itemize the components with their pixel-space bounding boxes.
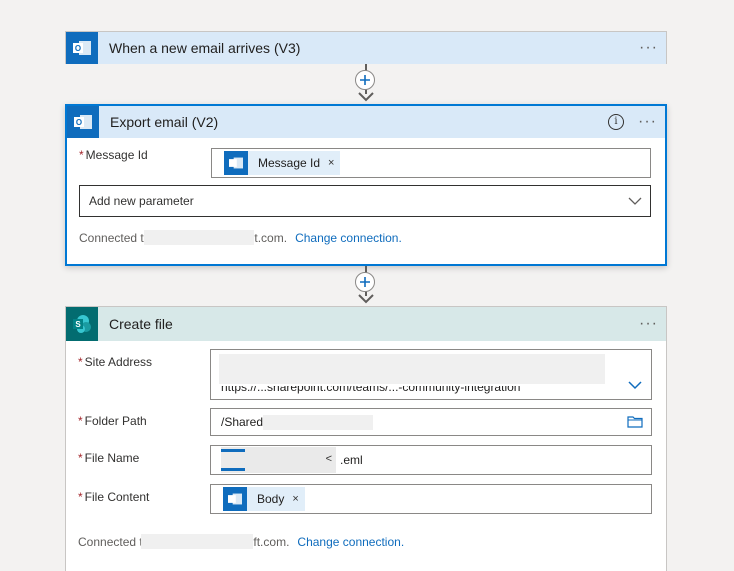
dynamic-token-file-name[interactable]: <	[221, 447, 336, 473]
add-new-parameter-label: Add new parameter	[89, 194, 194, 208]
file-name-suffix: .eml	[340, 453, 363, 467]
remove-token-icon[interactable]: ×	[328, 157, 334, 169]
create-file-header[interactable]: S Create file ···	[66, 307, 666, 341]
message-id-label: * Message Id	[79, 148, 148, 162]
folder-icon[interactable]	[627, 415, 643, 428]
insert-step-button[interactable]	[355, 272, 375, 292]
info-icon[interactable]: i	[608, 114, 625, 130]
file-content-label: * File Content	[78, 490, 150, 504]
message-id-field: * Message Id Message Id ×	[79, 148, 651, 178]
dynamic-token-body[interactable]: Body ×	[223, 487, 305, 511]
folder-path-field: * Folder Path /Shared	[78, 408, 652, 436]
insert-step-button[interactable]	[355, 70, 375, 90]
change-connection-link[interactable]: Change connection.	[297, 535, 404, 549]
remove-token-icon[interactable]: <	[326, 453, 332, 465]
outlook-icon	[224, 151, 248, 175]
connected-suffix: ft.com.	[253, 534, 290, 549]
trigger-card-header[interactable]: O When a new email arrives (V3) ···	[66, 32, 666, 64]
more-options-icon[interactable]: ···	[638, 114, 657, 130]
site-address-input[interactable]: https://...sharepoint.com/teams/...-comm…	[210, 349, 652, 400]
outlook-icon: O	[67, 106, 99, 138]
connection-info: Connected to t.com. Change connection.	[79, 230, 402, 245]
chevron-down-icon	[628, 197, 642, 205]
export-email-header[interactable]: O Export email (V2) i ···	[67, 106, 665, 138]
redacted-account	[141, 534, 254, 549]
file-name-input[interactable]: < .eml	[210, 445, 652, 475]
message-id-input[interactable]: Message Id ×	[211, 148, 651, 178]
add-new-parameter-dropdown[interactable]: Add new parameter	[79, 185, 651, 217]
trigger-card[interactable]: O When a new email arrives (V3) ···	[65, 31, 667, 64]
token-icon-stripe	[221, 468, 245, 471]
token-label: Body	[257, 492, 285, 506]
svg-text:O: O	[75, 44, 81, 53]
outlook-icon	[223, 487, 247, 511]
connection-info: Connected to ft.com. Change connection.	[78, 534, 404, 549]
export-email-card[interactable]: O Export email (V2) i ··· * Message Id Me…	[65, 104, 667, 266]
trigger-title: When a new email arrives (V3)	[109, 40, 301, 56]
redacted-site-address	[219, 354, 605, 384]
plus-icon	[360, 75, 370, 85]
create-file-card[interactable]: S Create file ··· * Site Address https://…	[65, 306, 667, 571]
token-label: Message Id	[258, 156, 321, 170]
redacted-folder-path	[263, 414, 374, 430]
more-options-icon[interactable]: ···	[639, 40, 658, 56]
file-name-label: * File Name	[78, 451, 140, 465]
plus-icon	[360, 277, 370, 287]
file-content-field: * File Content Body ×	[78, 484, 652, 514]
remove-token-icon[interactable]: ×	[292, 493, 298, 505]
connected-prefix: Connected to	[78, 534, 150, 549]
arrow-down-icon	[358, 294, 374, 304]
folder-path-label: * Folder Path	[78, 414, 147, 428]
token-icon-stripe	[221, 449, 245, 452]
chevron-down-icon[interactable]	[627, 377, 643, 393]
sharepoint-icon: S	[66, 307, 98, 341]
site-address-label: * Site Address	[78, 355, 153, 369]
change-connection-link[interactable]: Change connection.	[295, 231, 402, 245]
file-name-field: * File Name < .eml	[78, 445, 652, 475]
export-email-title: Export email (V2)	[110, 114, 219, 130]
create-file-title: Create file	[109, 316, 173, 332]
site-address-field: * Site Address https://...sharepoint.com/…	[78, 349, 652, 401]
file-content-input[interactable]: Body ×	[210, 484, 652, 514]
connected-prefix: Connected to	[79, 230, 151, 245]
arrow-down-icon	[358, 92, 374, 102]
svg-text:S: S	[75, 320, 81, 329]
folder-path-value: /Shared	[221, 415, 264, 429]
dynamic-token-message-id[interactable]: Message Id ×	[224, 151, 341, 175]
outlook-icon: O	[66, 32, 98, 64]
svg-text:O: O	[76, 118, 82, 127]
more-options-icon[interactable]: ···	[639, 316, 658, 332]
connected-suffix: t.com.	[254, 230, 288, 245]
folder-path-input[interactable]: /Shared	[210, 408, 652, 436]
redacted-account	[144, 230, 255, 245]
